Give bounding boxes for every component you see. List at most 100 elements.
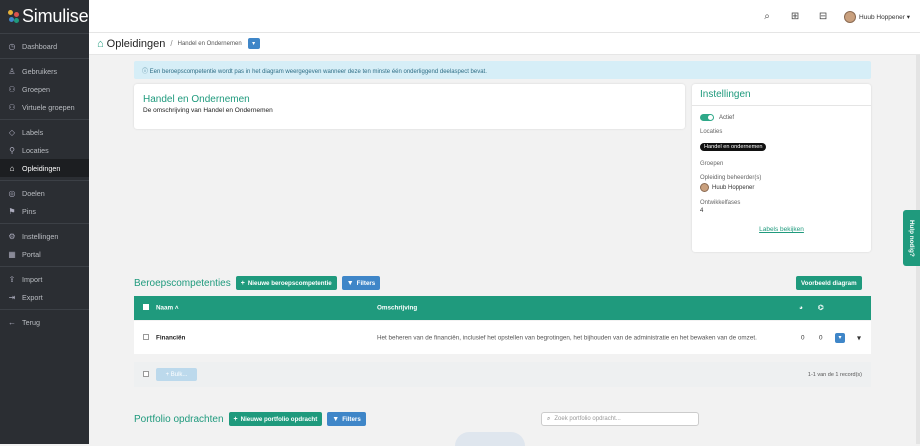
new-portfolio-button[interactable]: + Nieuwe portfolio opdracht xyxy=(228,412,323,426)
sidebar-section: ⚙ Instellingen ▦ Portal xyxy=(0,223,89,266)
sidebar-item-export[interactable]: ⇥ Export xyxy=(0,288,89,306)
diagram-action: Voorbeeld diagram xyxy=(796,276,862,290)
sidebar-item-label: Instellingen xyxy=(22,231,59,241)
manager-entry: Huub Hoppener xyxy=(700,183,863,192)
user-menu[interactable]: Huub Hoppener ▾ xyxy=(844,10,910,23)
sidebar-item-label: Dashboard xyxy=(22,41,58,51)
apps-grid-icon[interactable]: ⊞ xyxy=(788,10,802,24)
phases-value: 4 xyxy=(700,208,704,214)
row-description: Het beheren van de financiën, inclusief … xyxy=(377,334,757,341)
row-action-button[interactable]: ▾ xyxy=(835,332,845,343)
portal-icon: ▦ xyxy=(8,249,16,259)
page-title[interactable]: Opleidingen xyxy=(107,38,166,50)
competencies-header: Beroepscompetenties + Nieuwe beroepscompe… xyxy=(134,276,385,290)
user-name: Huub Hoppener ▾ xyxy=(859,13,910,21)
column-name[interactable]: Naam ˄ xyxy=(156,305,179,312)
active-label: Actief xyxy=(719,114,735,121)
sidebar-item-label: Locaties xyxy=(22,145,49,155)
top-icons: ⌕ ⊞ ⊟ Huub Hoppener ▾ xyxy=(760,0,910,33)
gear-icon: ⚙ xyxy=(8,231,16,241)
labels-link[interactable]: Labels bekijken xyxy=(700,226,863,233)
sidebar-section: ♙ Gebruikers ⚇ Groepen ⚇ Virtuele groepen xyxy=(0,58,89,119)
training-description: De omschrijving van Handel en Ondernemen xyxy=(143,107,273,114)
building-icon: ⌂ xyxy=(9,163,15,173)
location-badge: Handel en ondernemen xyxy=(700,143,767,151)
sidebar-item-label: Doelen xyxy=(22,188,45,198)
search-icon[interactable]: ⌕ xyxy=(760,10,774,24)
app-logo[interactable]: Simulise xyxy=(0,0,89,33)
toggle-switch[interactable] xyxy=(700,114,714,121)
settings-title: Instellingen xyxy=(692,89,871,106)
sidebar-item-labels[interactable]: ◇ Labels xyxy=(0,123,89,141)
sidebar-item-label: Groepen xyxy=(22,84,50,94)
filter-icon: ▼ xyxy=(332,415,340,423)
managers-label: Opleiding beheerder(s) xyxy=(700,175,762,181)
avatar xyxy=(700,183,709,192)
new-competency-button[interactable]: + Nieuwe beroepscompetentie xyxy=(235,276,337,290)
competency-filters-button[interactable]: ▼ Filters xyxy=(341,276,381,290)
row-checkbox[interactable] xyxy=(143,333,149,342)
search-placeholder: Zoek portfolio opdracht... xyxy=(554,416,621,422)
sidebar-nav: ◷ Dashboard ♙ Gebruikers ⚇ Groepen ⚇ Virtuele g… xyxy=(0,33,89,334)
settings-panel: Instellingen Actief Locaties Handel en o… xyxy=(692,84,871,252)
sidebar-item-opleidingen[interactable]: ⌂ Opleidingen xyxy=(0,159,89,177)
sidebar-item-dashboard[interactable]: ◷ Dashboard xyxy=(0,37,89,55)
bulk-button[interactable]: + Bulk... xyxy=(156,368,197,381)
sidebar-item-instellingen[interactable]: ⚙ Instellingen xyxy=(0,227,89,245)
sidebar-item-label: Terug xyxy=(22,317,40,327)
breadcrumb: ⌂ Opleidingen / Handel en Ondernemen ▾ xyxy=(89,33,920,55)
row-expand-icon[interactable]: ▾ xyxy=(857,333,861,342)
training-title: Handel en Ondernemen xyxy=(143,94,250,105)
sidebar-item-doelen[interactable]: ◎ Doelen xyxy=(0,184,89,202)
inbox-icon[interactable]: ⊟ xyxy=(816,10,830,24)
sidebar-section: ◎ Doelen ⚑ Pins xyxy=(0,180,89,223)
new-competency-label: Nieuwe beroepscompetentie xyxy=(247,279,332,287)
sidebar-item-label: Virtuele groepen xyxy=(22,102,75,112)
portfolio-search-input[interactable]: ⌕ Zoek portfolio opdracht... xyxy=(541,412,699,426)
tag-icon: ◇ xyxy=(8,127,16,137)
preview-diagram-button[interactable]: Voorbeeld diagram xyxy=(796,276,862,290)
sidebar-item-label: Gebruikers xyxy=(22,66,58,76)
sidebar-section: ⇪ Import ⇥ Export xyxy=(0,266,89,309)
breadcrumb-current: Handel en Ondernemen xyxy=(177,40,242,47)
plus-icon: + xyxy=(240,279,245,287)
sidebar-item-virtuele-groepen[interactable]: ⚇ Virtuele groepen xyxy=(0,98,89,116)
building-icon: ⌂ xyxy=(97,37,104,50)
table-row[interactable]: Financiën Het beheren van de financiën, … xyxy=(134,321,871,354)
sidebar-item-locaties[interactable]: ⚲ Locaties xyxy=(0,141,89,159)
filters-label: Filters xyxy=(342,415,361,423)
user-icon: ♙ xyxy=(8,66,16,76)
sidebar-item-label: Export xyxy=(22,292,43,302)
export-icon: ⇥ xyxy=(8,292,16,302)
breadcrumb-dropdown-button[interactable]: ▾ xyxy=(247,38,260,49)
portfolio-filters-button[interactable]: ▼ Filters xyxy=(327,412,366,426)
back-arrow-icon: ← xyxy=(8,317,16,327)
location-icon: ⚲ xyxy=(9,145,15,155)
top-bar: ⌕ ⊞ ⊟ Huub Hoppener ▾ xyxy=(89,0,920,33)
filters-label: Filters xyxy=(356,279,376,287)
sidebar-item-import[interactable]: ⇪ Import xyxy=(0,270,89,288)
select-all-checkbox[interactable] xyxy=(143,304,149,312)
sidebar-item-label: Portal xyxy=(22,249,41,259)
sidebar: Simulise ◷ Dashboard ♙ Gebruikers ⚇ Groepen ⚇ V… xyxy=(0,0,89,444)
sidebar-item-pins[interactable]: ⚑ Pins xyxy=(0,202,89,220)
chart-column-icon: ◕ xyxy=(799,304,803,312)
chevron-down-icon: ▾ xyxy=(252,41,256,47)
sidebar-item-label: Labels xyxy=(22,127,44,137)
help-tab[interactable]: Hulp nodig? xyxy=(903,210,920,266)
sidebar-item-gebruikers[interactable]: ♙ Gebruikers xyxy=(0,62,89,80)
footer-checkbox[interactable] xyxy=(143,370,149,379)
sidebar-item-groepen[interactable]: ⚇ Groepen xyxy=(0,80,89,98)
competencies-title: Beroepscompetenties xyxy=(134,277,231,289)
sidebar-item-terug[interactable]: ← Terug xyxy=(0,313,89,331)
column-description: Omschrijving xyxy=(377,304,418,312)
app-name: Simulise xyxy=(22,6,89,26)
groups-icon: ⚇ xyxy=(8,84,16,94)
row-name: Financiën xyxy=(156,334,186,341)
logo-mark-icon xyxy=(8,9,20,24)
groups-label: Groepen xyxy=(700,161,724,167)
plus-icon: + xyxy=(233,415,238,423)
active-toggle[interactable]: Actief xyxy=(700,114,863,121)
sidebar-item-portal[interactable]: ▦ Portal xyxy=(0,245,89,263)
filter-icon: ▼ xyxy=(346,279,354,287)
